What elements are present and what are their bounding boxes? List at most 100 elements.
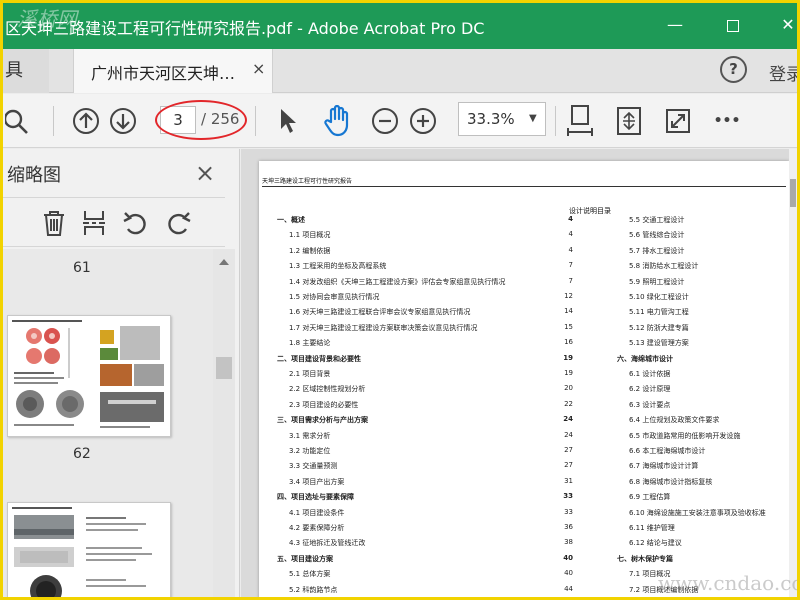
close-window-button[interactable]: ✕ [771,9,797,41]
hand-tool-button[interactable] [319,94,355,148]
toc-row[interactable]: 4.2 要素保障分析 36 [289,523,573,535]
toc-row[interactable]: 1.4 对发改组织《天坤三路工程建设方案》评估会专家组意见执行情况 7 [289,277,573,289]
toc-row[interactable]: 6.3 设计要点 [629,400,787,412]
thumbnail-pane: 缩略图 × 61 62 [3,149,240,597]
document-tab-label: 广州市天河区天坤… [91,64,236,83]
toc-row[interactable]: 2.1 项目背景 19 [289,369,573,381]
toc-row[interactable]: 5.5 交通工程设计 [629,215,787,227]
toc-chapter-row[interactable]: 六、海绵城市设计 [617,354,787,366]
toc-row[interactable]: 6.1 设计依据 [629,369,787,381]
toc-row[interactable]: 5.2 科韵路节点 44 [289,585,573,597]
toc-chapter-row[interactable]: 二、项目建设背景和必要性 19 [277,354,573,366]
toc-entry-title: 5.2 科韵路节点 [289,585,338,594]
toc-row[interactable]: 4.3 征地拆迁及管线迁改 38 [289,538,573,550]
toc-row[interactable]: 3.2 功能定位 27 [289,446,573,458]
toc-row[interactable]: 1.7 对天坤三路建设工程建设方案联审决策会议意见执行情况 15 [289,323,573,335]
toolbar-divider [555,106,556,136]
arrow-up-circle-icon [73,108,99,134]
zoom-value: 33.3% [467,110,515,128]
scrollbar-thumb[interactable] [216,357,232,379]
toc-row[interactable]: 1.3 工程采用的坐标及高程系统 7 [289,261,573,273]
toc-row[interactable]: 5.7 排水工程设计 [629,246,787,258]
toc-chapter-row[interactable]: 一、概述 4 [277,215,573,227]
toc-entry-title: 4.2 要素保障分析 [289,524,345,532]
toc-row[interactable]: 4.1 项目建设条件 33 [289,508,573,520]
toc-chapter-row[interactable]: 七、树木保护专篇 [617,554,787,566]
maximize-button[interactable] [716,9,750,41]
document-scrollbar[interactable] [789,149,797,597]
rotate-left-button[interactable] [121,198,151,248]
rotate-right-button[interactable] [163,198,193,248]
toc-entry-title: 2.2 区域控制性规划分析 [289,385,366,394]
toc-entry-page: 4 [568,230,573,239]
full-screen-button[interactable] [662,94,694,148]
tab-document[interactable]: 广州市天河区天坤… × [73,49,273,93]
toc-row[interactable]: 6.10 海绵设施施工安装注意事项及验收标准 [629,508,787,520]
search-button[interactable] [3,94,33,148]
scrollbar-thumb[interactable] [790,179,796,207]
toc-row[interactable]: 6.2 设计原理 [629,384,787,396]
select-tool-button[interactable] [273,94,303,148]
toc-row[interactable]: 1.1 项目概况 4 [289,230,573,242]
toc-row[interactable]: 1.5 对协同会审意见执行情况 12 [289,292,573,304]
toc-row[interactable]: 6.9 工程估算 [629,492,787,504]
toc-row[interactable]: 6.5 市政道路常用的低影响开发设施 [629,431,787,443]
toc-row[interactable]: 5.6 管线综合设计 [629,230,787,242]
toc-row[interactable]: 2.2 区域控制性规划分析 20 [289,384,573,396]
toc-row[interactable]: 6.4 上位规划及政策文件要求 [629,415,787,427]
help-icon[interactable]: ? [720,56,747,83]
extract-pages-button[interactable] [79,198,109,248]
toc-row[interactable]: 6.12 结论与建议 [629,538,787,550]
rotate-ccw-icon [123,212,146,235]
previous-page-button[interactable] [70,94,102,148]
watermark-logo: 溪桥网 [17,7,77,31]
close-tab-button[interactable]: × [252,59,265,78]
minimize-button[interactable]: — [658,9,692,41]
sign-in-button[interactable]: 登录 [769,60,797,85]
toc-entry-page: 38 [564,538,573,547]
toc-row[interactable]: 2.3 项目建设的必要性 22 [289,400,573,412]
toc-row[interactable]: 6.11 维护管理 [629,523,787,535]
toc-row[interactable]: 5.8 消防给水工程设计 [629,261,787,273]
fit-page-button[interactable] [613,94,645,148]
next-page-button[interactable] [107,94,139,148]
delete-page-button[interactable] [39,198,69,248]
toc-entry-title: 6.5 市政道路常用的低影响开发设施 [629,431,741,440]
toc-chapter-row[interactable]: 三、项目需求分析与产出方案 24 [277,415,573,427]
cursor-icon [281,109,296,133]
toc-chapter-row[interactable]: 四、项目选址与要素保障 33 [277,492,573,504]
toc-row[interactable]: 1.2 编制依据 4 [289,246,573,258]
toc-row[interactable]: 1.8 主要结论 16 [289,338,573,350]
toc-entry-page: 33 [564,507,573,516]
tab-tools[interactable]: 具 [3,49,49,93]
toc-row[interactable]: 3.4 项目产出方案 31 [289,477,573,489]
toc-row[interactable]: 3.3 交通量预测 27 [289,461,573,473]
toc-chapter-row[interactable]: 五、项目建设方案 40 [277,554,573,566]
scroll-up-icon [219,259,229,265]
document-header: 天坤三路建设工程可行性研究报告 [262,178,353,185]
pane-title: 缩略图 [7,165,61,186]
thumbnail-page-62[interactable] [7,315,171,437]
toc-row[interactable]: 3.1 需求分析 24 [289,431,573,443]
toc-entry-page: 20 [564,384,573,393]
toc-row[interactable]: 5.11 电力管沟工程 [629,307,787,319]
fit-width-button[interactable] [563,94,597,148]
toc-row[interactable]: 6.8 海绵城市设计指标复核 [629,477,787,489]
toc-row[interactable]: 5.9 照明工程设计 [629,277,787,289]
zoom-in-button[interactable] [408,94,438,148]
toc-row[interactable]: 1.6 对天坤三路建设工程联合评审会议专家组意见执行情况 14 [289,307,573,319]
toc-row[interactable]: 5.1 总体方案 40 [289,569,573,581]
more-tools-button[interactable]: ••• [711,94,743,148]
toc-row[interactable]: 5.12 防浙大建专篇 [629,323,787,335]
close-pane-button[interactable]: × [195,159,215,187]
toc-entry-title: 5.12 防浙大建专篇 [629,323,689,332]
thumbnail-page-63[interactable] [7,502,171,597]
toc-row[interactable]: 6.6 本工程海绵城市设计 [629,446,787,458]
toc-row[interactable]: 6.7 海绵城市设计计算 [629,461,787,473]
toc-row[interactable]: 5.13 建设管理方案 [629,338,787,350]
zoom-select[interactable]: 33.3% ▼ [458,102,546,136]
toc-row[interactable]: 5.10 绿化工程设计 [629,292,787,304]
zoom-out-button[interactable] [370,94,400,148]
extract-pages-icon [83,211,105,235]
thumbnail-scrollbar[interactable] [213,249,235,597]
